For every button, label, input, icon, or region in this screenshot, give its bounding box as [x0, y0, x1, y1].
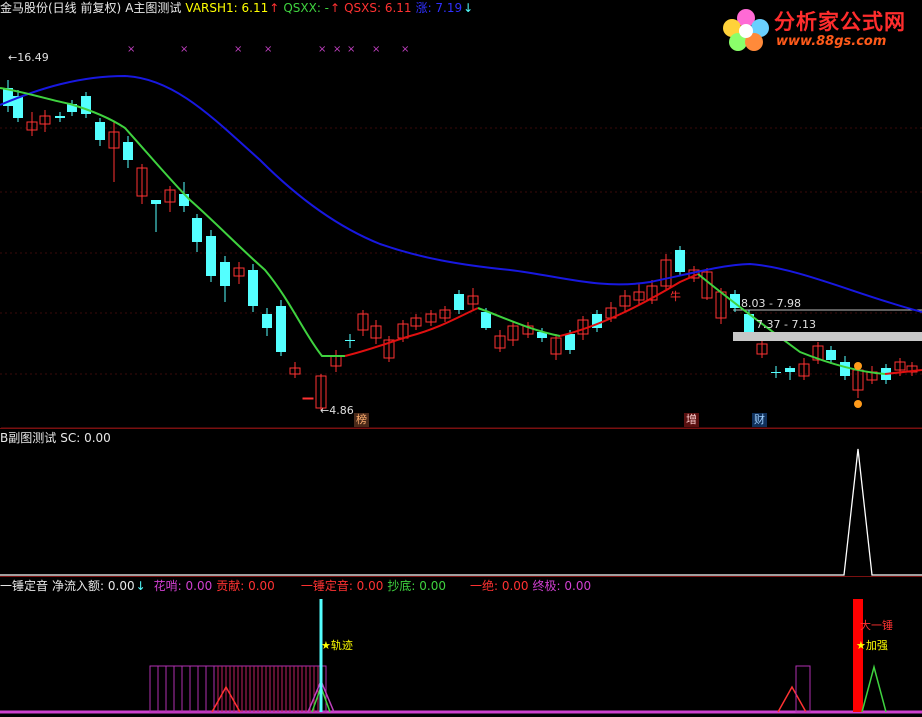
x-marker: × [180, 44, 188, 55]
candle-body-down [262, 314, 272, 328]
hua-bar [181, 665, 191, 713]
indicator-plot [0, 599, 922, 714]
candle-body-down [192, 218, 202, 242]
candle-body-down [276, 306, 286, 352]
candle-body-down [840, 362, 850, 376]
tag-cai[interactable]: 财 [752, 413, 767, 427]
hua-bar [189, 665, 199, 713]
candle-body-down [826, 350, 836, 360]
range-label-1: 8.03 - 7.98 [741, 297, 801, 310]
x-marker: × [372, 44, 380, 55]
ma-short-up-1 [344, 307, 479, 357]
hua-bar [165, 665, 175, 713]
candle-body-down [771, 372, 781, 373]
hua-bar [173, 665, 183, 713]
logo-title: 分析家公式网 [774, 10, 906, 34]
indicator-panel[interactable]: 一锤定音 净流入额: 0.00↓ 花哨: 0.00 贡献: 0.00 一锤定音: 0.0… [0, 576, 922, 717]
hua-bar [205, 665, 215, 713]
green-triangle-2 [861, 664, 887, 713]
red-triangle-2 [777, 685, 807, 713]
low-price-label: ←4.86 [320, 404, 354, 417]
candle-body-down [481, 312, 491, 328]
guiji-label: ★轨迹 [321, 639, 353, 652]
candle-body-down [785, 368, 795, 372]
site-logo[interactable]: 分析家公式网 www.88gs.com [718, 4, 914, 52]
ma-long-line [0, 74, 922, 313]
x-marker: × [234, 44, 242, 55]
candle-body-down [345, 340, 355, 341]
high-price-label: ←16.49 [8, 51, 49, 64]
jiaqiang-label: ★加强 [856, 639, 888, 652]
orange-dot [854, 400, 862, 408]
sub-chart-plot [0, 448, 922, 576]
range-bar-1 [733, 332, 922, 341]
candle-body-down [179, 194, 189, 206]
tag-zeng[interactable]: 增 [684, 413, 699, 427]
main-chart-panel[interactable]: 金马股份(日线 前复权) A主图测试 VARSH1: 6.11↑ QSXX: -↑ QS… [0, 0, 922, 428]
candle-body-down [123, 142, 133, 160]
candle-body-down [675, 250, 685, 272]
x-marker: × [127, 44, 135, 55]
candle-body-down [220, 262, 230, 286]
flower-logo-icon [723, 9, 769, 51]
x-marker: × [401, 44, 409, 55]
orange-dot [854, 362, 862, 370]
dayichui-label: 大一锤 [860, 619, 893, 632]
low-price-value: 4.86 [329, 404, 354, 417]
x-marker: × [333, 44, 341, 55]
hua-bar-2 [795, 665, 811, 713]
x-marker: × [347, 44, 355, 55]
candle-body-down [151, 200, 161, 204]
niu-label: 牛 [670, 290, 681, 303]
logo-url: www.88gs.com [776, 34, 887, 49]
candle-body-down [55, 116, 65, 118]
tag-bang[interactable]: 榜 [354, 413, 369, 427]
candlestick-chart[interactable]: × × × × × × × × × [0, 0, 922, 428]
high-price-value: 16.49 [17, 51, 49, 64]
candle-body-down [206, 236, 216, 276]
hua-bar [197, 665, 207, 713]
candle-body-down [248, 270, 258, 306]
hua-bar [157, 665, 167, 713]
x-marker: × [318, 44, 326, 55]
candle-body-up [302, 397, 314, 400]
red-volume-bar [853, 599, 863, 712]
candle-body-down [95, 122, 105, 140]
candle-body-down [454, 294, 464, 310]
x-marker: × [264, 44, 272, 55]
candle-body-down [565, 334, 575, 350]
sc-spike [0, 448, 922, 576]
sub-chart-panel[interactable]: B副图测试 SC: 0.00 [0, 428, 922, 577]
hua-bar [149, 665, 159, 713]
range-label-2: 7.37 - 7.13 [756, 318, 816, 331]
